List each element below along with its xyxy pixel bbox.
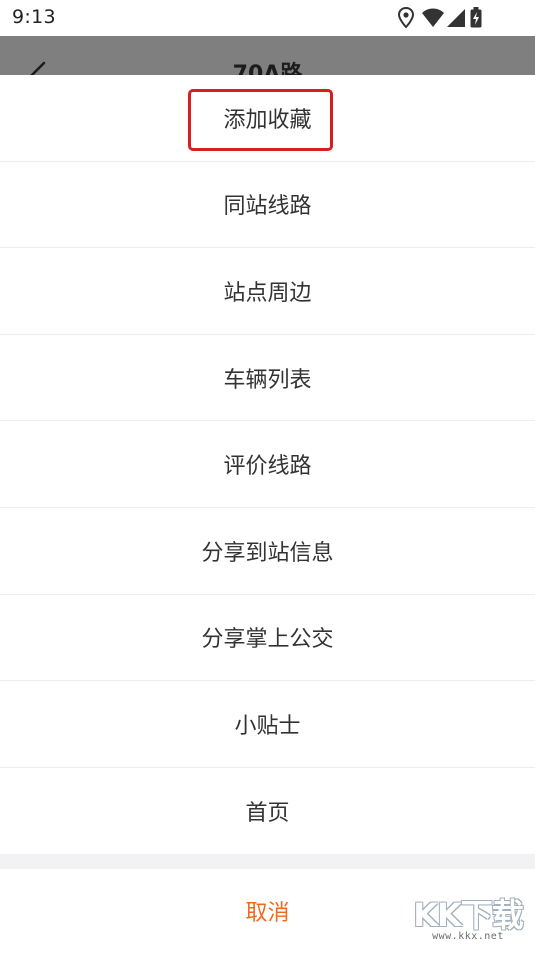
menu-item-share-app[interactable]: 分享掌上公交 <box>0 595 535 682</box>
route-title: 70A路 <box>232 62 303 76</box>
menu-item-station-nearby[interactable]: 站点周边 <box>0 248 535 335</box>
status-time: 9:13 <box>12 6 56 28</box>
menu-item-rate-route[interactable]: 评价线路 <box>0 421 535 508</box>
menu-item-label: 首页 <box>245 801 290 827</box>
menu-item-label: 分享掌上公交 <box>201 627 334 653</box>
battery-charging-icon <box>470 7 482 28</box>
sheet-separator <box>0 854 535 870</box>
menu-item-label: 同站线路 <box>223 194 312 220</box>
menu-item-add-favorite[interactable]: 添加收藏 <box>0 75 535 162</box>
wifi-icon <box>422 8 444 27</box>
action-sheet: 添加收藏 同站线路 站点周边 车辆列表 评价线路 分享到站信息 分享掌上公交 小… <box>0 75 535 951</box>
menu-item-label: 评价线路 <box>223 454 312 480</box>
watermark-logo: KK下载 www.kkx.net <box>409 899 527 947</box>
menu-item-tips[interactable]: 小贴士 <box>0 681 535 768</box>
watermark-mark: KK下载 <box>413 896 524 934</box>
highlight-box <box>188 89 333 151</box>
menu-item-label: 分享到站信息 <box>201 540 334 566</box>
menu-item-label: 车辆列表 <box>223 367 312 393</box>
menu-item-share-arrival-info[interactable]: 分享到站信息 <box>0 508 535 595</box>
menu-item-vehicle-list[interactable]: 车辆列表 <box>0 335 535 422</box>
menu-item-home[interactable]: 首页 <box>0 768 535 855</box>
location-icon <box>397 6 415 29</box>
menu-item-same-station-routes[interactable]: 同站线路 <box>0 162 535 249</box>
status-bar: 9:13 <box>0 0 535 36</box>
cancel-label: 取消 <box>245 901 290 927</box>
signal-icon <box>447 9 465 27</box>
route-header: 70A路 <box>0 36 535 76</box>
menu-item-label: 站点周边 <box>223 280 312 306</box>
menu-item-label: 小贴士 <box>234 713 301 739</box>
